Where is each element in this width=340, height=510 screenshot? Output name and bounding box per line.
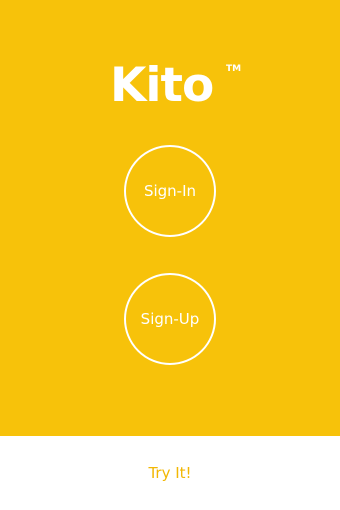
try-it-link[interactable]: Try It!: [148, 464, 191, 482]
sign-up-label: Sign-Up: [140, 310, 200, 328]
logo-text: Kito: [110, 58, 214, 113]
trademark-mark: TM: [226, 64, 242, 74]
welcome-screen: Kito TM Sign-In Sign-Up Try It!: [0, 0, 340, 510]
sign-in-label: Sign-In: [143, 182, 197, 200]
footer-bar: Try It!: [0, 436, 340, 510]
sign-up-button[interactable]: Sign-Up: [124, 273, 216, 365]
hero-panel: Kito TM Sign-In Sign-Up: [0, 0, 340, 436]
app-logo: Kito TM: [110, 58, 242, 114]
sign-in-button[interactable]: Sign-In: [124, 145, 216, 237]
